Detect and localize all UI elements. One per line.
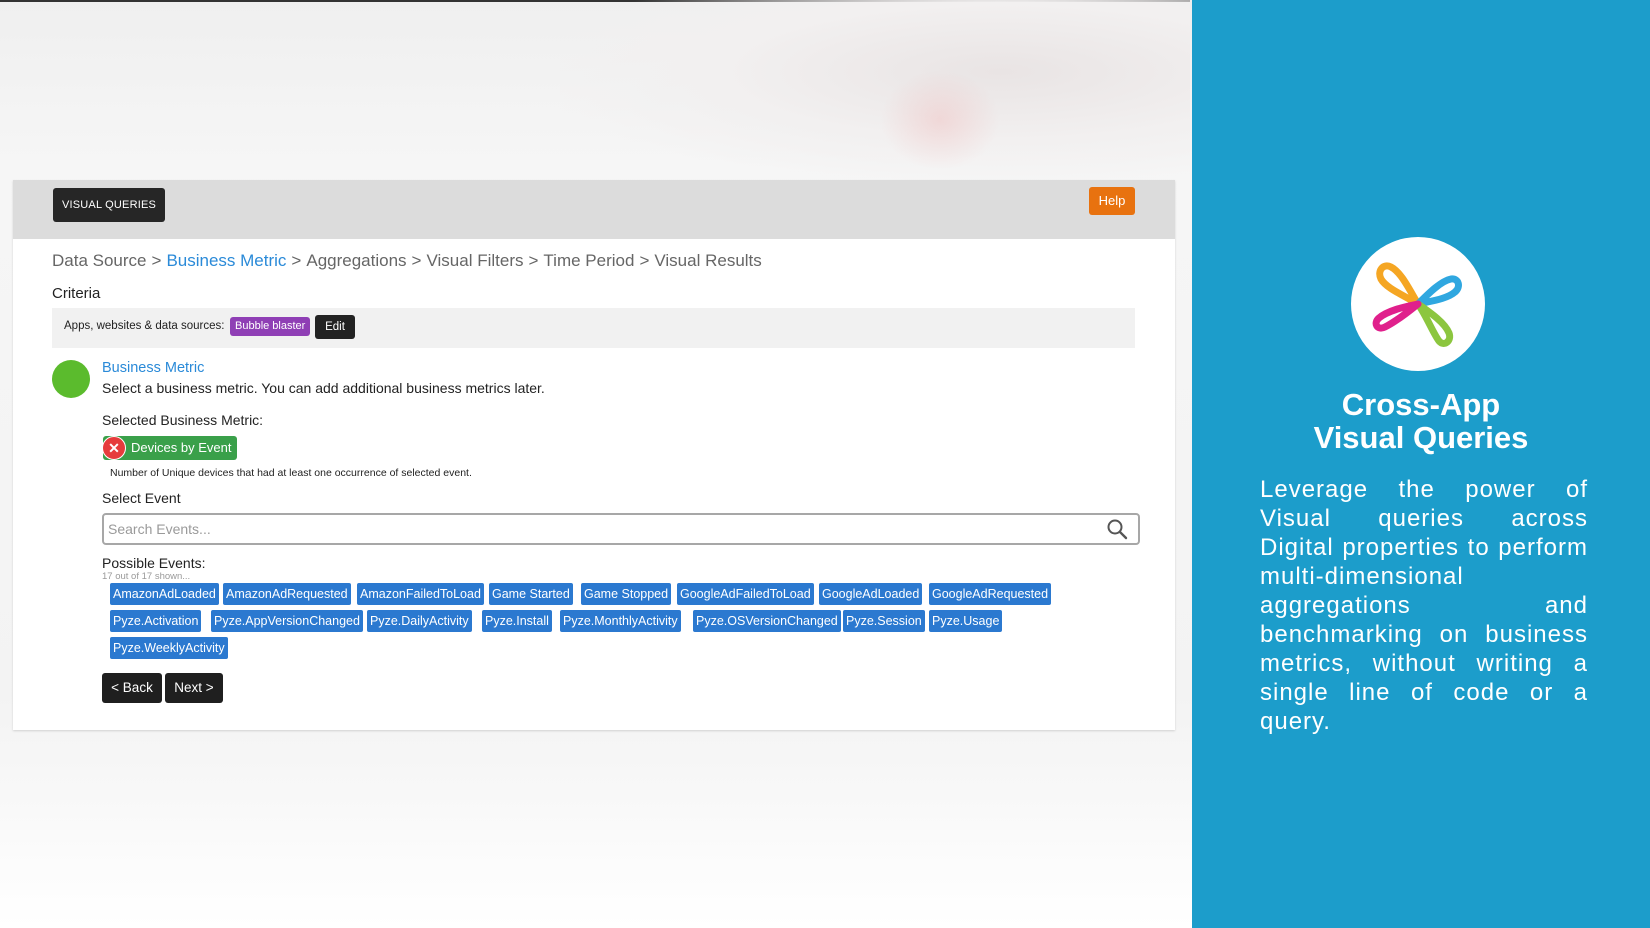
event-chip[interactable]: Pyze.OSVersionChanged <box>693 610 841 632</box>
breadcrumb-separator: > <box>151 251 162 270</box>
breadcrumb-separator: > <box>639 251 650 270</box>
event-chip[interactable]: GoogleAdFailedToLoad <box>677 583 814 605</box>
breadcrumb-separator: > <box>528 251 539 270</box>
criteria-box: Apps, websites & data sources: Bubble bl… <box>52 308 1135 348</box>
shown-count: 17 out of 17 shown... <box>102 571 191 582</box>
promo-title-line2: Visual Queries <box>1313 420 1529 455</box>
business-metric-description: Select a business metric. You can add ad… <box>102 380 545 396</box>
pyze-logo-icon <box>1372 262 1462 347</box>
criteria-title: Criteria <box>52 285 101 302</box>
event-chip[interactable]: Pyze.Activation <box>110 610 202 632</box>
sources-label: Apps, websites & data sources: <box>64 320 225 332</box>
event-chip[interactable]: Pyze.WeeklyActivity <box>110 637 228 659</box>
app-header: VISUAL QUERIES Help <box>13 180 1175 239</box>
promo-panel: Cross-App Visual Queries Leverage the po… <box>1192 0 1650 928</box>
back-button[interactable]: < Back <box>102 673 162 703</box>
event-chip[interactable]: Game Started <box>489 583 573 605</box>
breadcrumb-separator: > <box>291 251 302 270</box>
breadcrumb-item-data-source[interactable]: Data Source <box>52 251 147 270</box>
breadcrumb-item-visual-results[interactable]: Visual Results <box>654 251 761 270</box>
event-chip[interactable]: Game Stopped <box>581 583 672 605</box>
possible-events-label: Possible Events: <box>102 555 206 571</box>
step-status-icon <box>52 360 90 398</box>
event-chip[interactable]: AmazonAdLoaded <box>110 583 219 605</box>
selected-metric-label: Selected Business Metric: <box>102 412 264 428</box>
promo-title: Cross-App Visual Queries <box>1192 388 1650 454</box>
event-chip[interactable]: GoogleAdRequested <box>929 583 1052 605</box>
search-events-input[interactable] <box>102 513 1140 545</box>
select-event-label: Select Event <box>102 490 181 506</box>
event-chip[interactable]: Pyze.Install <box>482 610 552 632</box>
breadcrumb-separator: > <box>411 251 422 270</box>
event-chip[interactable]: AmazonFailedToLoad <box>357 583 484 605</box>
background-blur <box>560 0 1190 180</box>
event-chip[interactable]: Pyze.DailyActivity <box>367 610 472 632</box>
promo-body: Leverage the power of Visual queries acr… <box>1260 476 1588 735</box>
background-blur-accent <box>880 70 1000 170</box>
promo-title-line1: Cross-App <box>1341 387 1501 422</box>
tab-pointer <box>61 214 77 222</box>
event-chip[interactable]: Pyze.Session <box>843 610 925 632</box>
visual-queries-panel: VISUAL QUERIES Help Data Source > Business… <box>13 180 1175 730</box>
search-icon[interactable] <box>1105 517 1129 541</box>
event-chip[interactable]: Pyze.Usage <box>929 610 1003 632</box>
help-button[interactable]: Help <box>1089 187 1135 215</box>
event-chip[interactable]: AmazonAdRequested <box>223 583 351 605</box>
breadcrumb-item-time-period[interactable]: Time Period <box>543 251 634 270</box>
next-button[interactable]: Next > <box>165 673 223 703</box>
breadcrumb-item-aggregations[interactable]: Aggregations <box>306 251 406 270</box>
source-badge: Bubble blaster <box>230 317 311 336</box>
edit-sources-button[interactable]: Edit <box>315 315 355 339</box>
logo-circle <box>1351 237 1485 371</box>
remove-icon[interactable]: ✕ <box>102 436 126 460</box>
breadcrumb-item-visual-filters[interactable]: Visual Filters <box>426 251 523 270</box>
event-chip[interactable]: Pyze.AppVersionChanged <box>211 610 363 632</box>
breadcrumb: Data Source > Business Metric > Aggregations… <box>52 251 762 271</box>
event-chip[interactable]: GoogleAdLoaded <box>819 583 923 605</box>
event-chip[interactable]: Pyze.MonthlyActivity <box>560 610 681 632</box>
breadcrumb-item-business-metric[interactable]: Business Metric <box>166 251 286 270</box>
metric-note: Number of Unique devices that had at lea… <box>110 467 472 479</box>
business-metric-title: Business Metric <box>102 360 205 376</box>
